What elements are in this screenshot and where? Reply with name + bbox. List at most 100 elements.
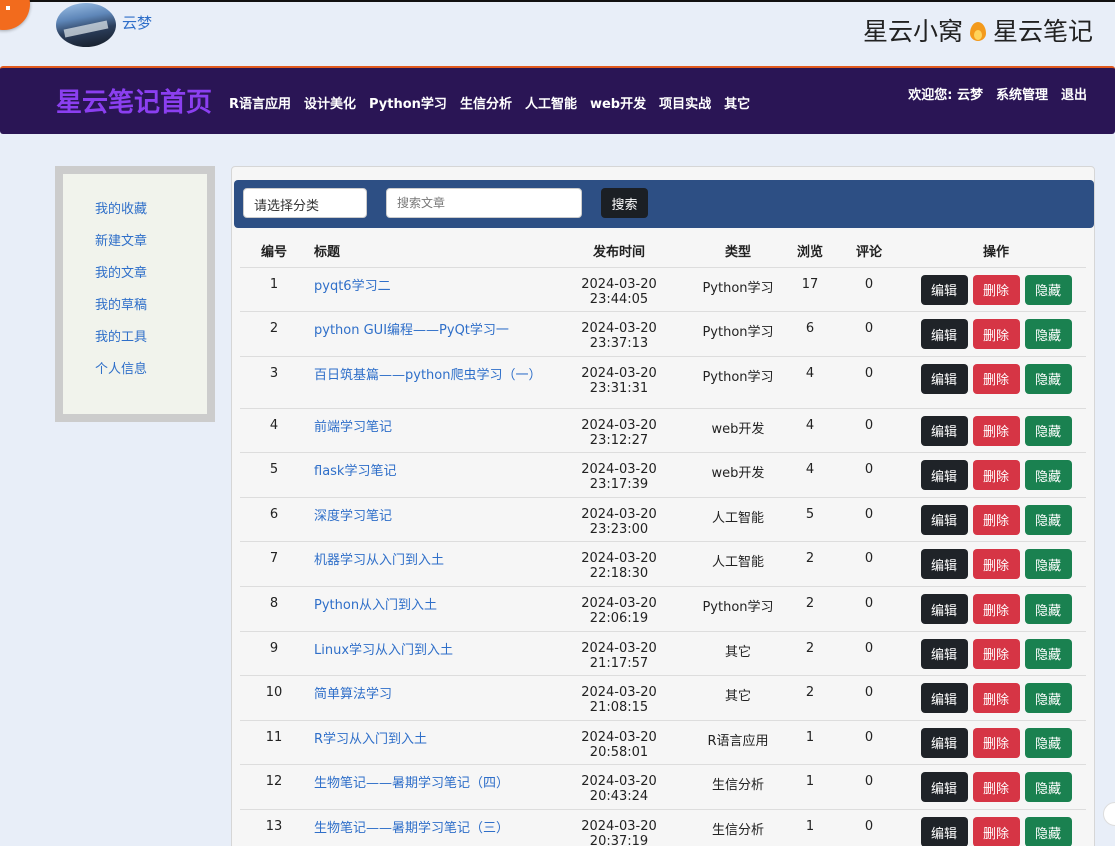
brand-right-text: 星云笔记: [992, 17, 1093, 46]
sidebar-item-profile[interactable]: 个人信息: [95, 362, 147, 377]
col-header-title[interactable]: 标题: [308, 235, 550, 268]
edit-button[interactable]: 编辑: [920, 274, 968, 305]
cell-id: 5: [240, 452, 308, 498]
delete-button[interactable]: 删除: [972, 274, 1020, 305]
cell-type: 生信分析: [688, 809, 788, 846]
search-input[interactable]: [386, 188, 582, 218]
article-title-link[interactable]: 生物笔记——暑期学习笔记（四）: [314, 776, 509, 791]
article-title-link[interactable]: Linux学习从入门到入土: [314, 643, 453, 658]
nav-item-web[interactable]: web开发: [590, 93, 646, 112]
delete-button[interactable]: 删除: [972, 415, 1020, 446]
delete-button[interactable]: 删除: [972, 727, 1020, 758]
article-title-link[interactable]: 简单算法学习: [314, 687, 392, 702]
cell-actions: 编辑 删除 隐藏: [906, 497, 1086, 543]
edit-button[interactable]: 编辑: [920, 549, 968, 580]
cell-comments: 0: [832, 720, 906, 766]
article-table: 编号 标题 发布时间 类型 浏览 评论 操作 1 pyqt6学习二 2024-0…: [240, 235, 1086, 846]
sidebar-item-favorites[interactable]: 我的收藏: [95, 202, 147, 217]
delete-button[interactable]: 删除: [972, 363, 1020, 394]
avatar[interactable]: [56, 3, 116, 47]
hide-button[interactable]: 隐藏: [1024, 319, 1072, 350]
nav-item-ai[interactable]: 人工智能: [525, 93, 577, 112]
sidebar-item-my-articles[interactable]: 我的文章: [95, 266, 147, 281]
delete-button[interactable]: 删除: [972, 772, 1020, 803]
hide-button[interactable]: 隐藏: [1024, 415, 1072, 446]
col-header-time[interactable]: 发布时间: [550, 235, 688, 268]
sidebar-item-new-article[interactable]: 新建文章: [95, 234, 147, 249]
cell-type: web开发: [688, 452, 788, 498]
hide-button[interactable]: 隐藏: [1024, 727, 1072, 758]
article-title-link[interactable]: 生物笔记——暑期学习笔记（三）: [314, 821, 509, 836]
delete-button[interactable]: 删除: [972, 594, 1020, 625]
hide-button[interactable]: 隐藏: [1024, 772, 1072, 803]
sidebar-item-tools[interactable]: 我的工具: [95, 330, 147, 345]
nav-item-r[interactable]: R语言应用: [229, 93, 291, 112]
edit-button[interactable]: 编辑: [920, 504, 968, 535]
col-header-id[interactable]: 编号: [240, 235, 308, 268]
cell-comments: 0: [832, 586, 906, 632]
delete-button[interactable]: 删除: [972, 549, 1020, 580]
cell-title: 深度学习笔记: [308, 497, 550, 543]
edit-button[interactable]: 编辑: [920, 772, 968, 803]
scroll-handle[interactable]: [1103, 802, 1115, 826]
col-header-views[interactable]: 浏览: [788, 235, 832, 268]
delete-button[interactable]: 删除: [972, 683, 1020, 714]
edit-button[interactable]: 编辑: [920, 594, 968, 625]
nav-item-other[interactable]: 其它: [724, 93, 750, 112]
delete-button[interactable]: 删除: [972, 504, 1020, 535]
edit-button[interactable]: 编辑: [920, 638, 968, 669]
edit-button[interactable]: 编辑: [920, 683, 968, 714]
hide-button[interactable]: 隐藏: [1024, 363, 1072, 394]
cell-id: 7: [240, 541, 308, 588]
nav-item-projects[interactable]: 项目实战: [659, 93, 711, 112]
article-title-link[interactable]: 百日筑基篇——python爬虫学习（一）: [314, 368, 541, 383]
nav-home-link[interactable]: 星云笔记首页: [56, 82, 212, 119]
delete-button[interactable]: 删除: [972, 817, 1020, 846]
edit-button[interactable]: 编辑: [920, 460, 968, 491]
article-title-link[interactable]: 前端学习笔记: [314, 420, 392, 435]
welcome-text[interactable]: 欢迎您: 云梦: [908, 84, 983, 103]
article-title-link[interactable]: Python从入门到入土: [314, 598, 437, 613]
user-name[interactable]: 云梦: [122, 12, 152, 33]
hide-button[interactable]: 隐藏: [1024, 274, 1072, 305]
hide-button[interactable]: 隐藏: [1024, 504, 1072, 535]
col-header-type[interactable]: 类型: [688, 235, 788, 268]
user-profile[interactable]: 云梦: [56, 2, 152, 48]
nav-item-python[interactable]: Python学习: [369, 93, 447, 112]
hide-button[interactable]: 隐藏: [1024, 817, 1072, 846]
edit-button[interactable]: 编辑: [920, 415, 968, 446]
table-row: 6 深度学习笔记 2024-03-20 23:23:00 人工智能 5 0 编辑…: [240, 497, 1086, 543]
nav-item-bioinfo[interactable]: 生信分析: [460, 93, 512, 112]
hide-button[interactable]: 隐藏: [1024, 460, 1072, 491]
article-title-link[interactable]: python GUI编程——PyQt学习一: [314, 323, 509, 338]
edit-button[interactable]: 编辑: [920, 817, 968, 846]
search-button[interactable]: 搜索: [601, 188, 648, 218]
delete-button[interactable]: 删除: [972, 638, 1020, 669]
cell-title: 前端学习笔记: [308, 408, 550, 454]
col-header-comments[interactable]: 评论: [832, 235, 906, 268]
logout-link[interactable]: 退出: [1061, 84, 1087, 103]
edit-button[interactable]: 编辑: [920, 363, 968, 394]
article-title-link[interactable]: flask学习笔记: [314, 464, 396, 479]
cell-views: 1: [788, 720, 832, 766]
article-title-link[interactable]: pyqt6学习二: [314, 279, 391, 294]
nav-item-design[interactable]: 设计美化: [304, 93, 356, 112]
category-select[interactable]: 请选择分类: [243, 188, 367, 218]
article-title-link[interactable]: R学习从入门到入土: [314, 732, 427, 747]
delete-button[interactable]: 删除: [972, 460, 1020, 491]
hide-button[interactable]: 隐藏: [1024, 549, 1072, 580]
hide-button[interactable]: 隐藏: [1024, 638, 1072, 669]
cell-comments: 0: [832, 764, 906, 811]
sidebar-item-drafts[interactable]: 我的草稿: [95, 298, 147, 313]
hide-button[interactable]: 隐藏: [1024, 683, 1072, 714]
cell-title: 生物笔记——暑期学习笔记（三）: [308, 809, 550, 846]
edit-button[interactable]: 编辑: [920, 727, 968, 758]
admin-link[interactable]: 系统管理: [996, 84, 1048, 103]
cell-views: 6: [788, 311, 832, 357]
article-title-link[interactable]: 深度学习笔记: [314, 509, 392, 524]
floating-action-icon[interactable]: [0, 0, 30, 30]
hide-button[interactable]: 隐藏: [1024, 594, 1072, 625]
delete-button[interactable]: 删除: [972, 319, 1020, 350]
article-title-link[interactable]: 机器学习从入门到入土: [314, 553, 444, 568]
edit-button[interactable]: 编辑: [920, 319, 968, 350]
